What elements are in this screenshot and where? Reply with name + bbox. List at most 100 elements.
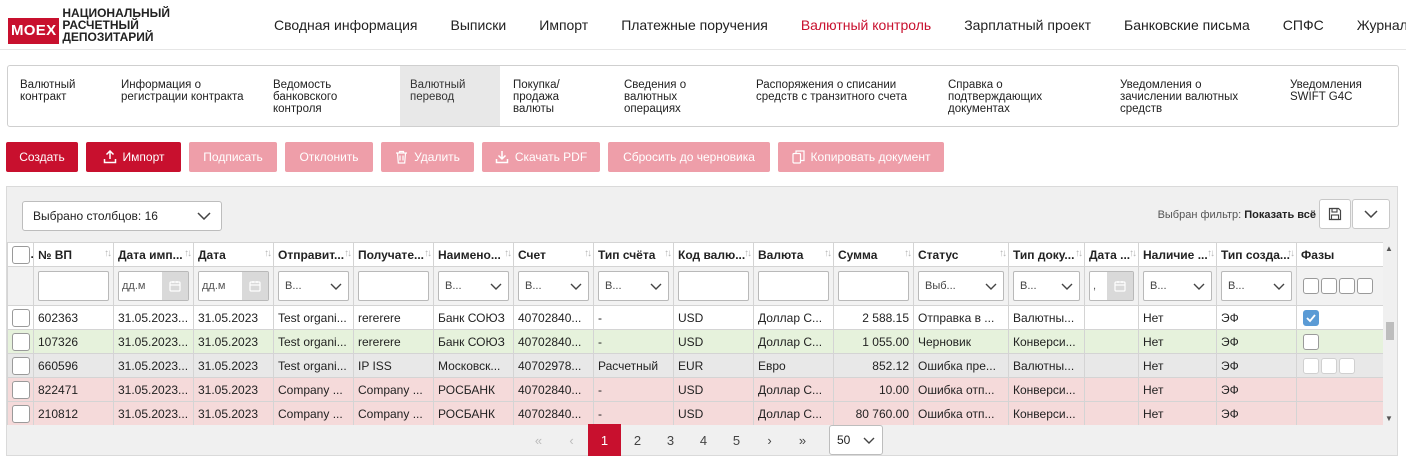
page-button-1[interactable]: 1 xyxy=(588,424,621,456)
nav-statements[interactable]: Выписки xyxy=(451,17,507,33)
nav-currency-control[interactable]: Валютный контроль xyxy=(801,17,931,33)
phase-checkbox[interactable] xyxy=(1339,357,1355,374)
copy-document-button[interactable]: Копировать документ xyxy=(778,142,944,172)
grid-scrollbar[interactable]: ▲ ▼ xyxy=(1383,242,1397,425)
filter-currency-input[interactable] xyxy=(758,271,829,301)
column-header[interactable]: Фазы xyxy=(1296,242,1385,267)
import-button[interactable]: Импорт xyxy=(86,142,181,172)
phase-checkbox[interactable] xyxy=(1321,357,1337,374)
row-checkbox[interactable] xyxy=(11,380,30,399)
next-page-button[interactable]: › xyxy=(753,424,786,456)
column-header[interactable]: Код валю... ↑↓ xyxy=(673,242,754,267)
sign-button[interactable]: Подписать xyxy=(189,142,277,172)
filter-date[interactable]: дд.м xyxy=(198,271,269,301)
subnav-currency-operations[interactable]: Сведения о валютных операциях xyxy=(614,66,744,126)
filter-recipient-input[interactable] xyxy=(358,271,429,301)
select-all-checkbox[interactable] xyxy=(12,245,30,264)
nav-journal[interactable]: Журнал xyxy=(1357,17,1406,33)
filter-bank-select[interactable]: В... xyxy=(438,271,509,301)
subnav-swift-g4c[interactable]: Уведомления SWIFT G4C xyxy=(1280,66,1395,126)
table-row[interactable]: 822471 31.05.2023... 31.05.2023 Company ...… xyxy=(7,377,1385,402)
page-size-select[interactable]: 50 xyxy=(829,425,883,455)
filter-creation-type-select[interactable]: В... xyxy=(1221,271,1292,301)
phase-filter-checkbox[interactable] xyxy=(1357,278,1373,294)
column-header[interactable]: Статус ↑↓ xyxy=(913,242,1009,267)
save-filter-button[interactable] xyxy=(1319,199,1351,229)
reset-to-draft-button[interactable]: Сбросить до черновика xyxy=(608,142,770,172)
column-header[interactable]: Дата ↑↓ xyxy=(193,242,274,267)
phase-checkbox-checked[interactable] xyxy=(1303,309,1319,326)
subnav-bank-control-statement[interactable]: Ведомость банковского контроля xyxy=(263,66,398,126)
column-header[interactable]: Валюта ↑↓ xyxy=(753,242,834,267)
column-header[interactable]: Счет ↑↓ xyxy=(513,242,594,267)
column-header[interactable]: Получате... ↑↓ xyxy=(353,242,434,267)
moex-logo[interactable]: MOEX НАЦИОНАЛЬНЫЙ РАСЧЕТНЫЙ ДЕПОЗИТАРИЙ xyxy=(8,6,170,44)
subnav-transit-writeoff-orders[interactable]: Распоряжения о списании средств с транзи… xyxy=(746,66,936,126)
phase-filter-checkbox[interactable] xyxy=(1339,278,1355,294)
subnav-currency-purchase-sale[interactable]: Покупка/ продажа валюты xyxy=(503,66,613,126)
filter-account-select[interactable]: В... xyxy=(518,271,589,301)
page-button-5[interactable]: 5 xyxy=(720,424,753,456)
nav-spfs[interactable]: СПФС xyxy=(1283,17,1324,33)
row-checkbox[interactable] xyxy=(11,404,30,423)
calendar-icon[interactable] xyxy=(242,272,268,300)
reject-button[interactable]: Отклонить xyxy=(285,142,373,172)
column-header[interactable]: Сумма ↑↓ xyxy=(833,242,914,267)
column-header[interactable]: Наимено... ↑↓ xyxy=(433,242,514,267)
scroll-up-icon[interactable]: ▲ xyxy=(1385,244,1393,253)
phase-filter-checkbox[interactable] xyxy=(1303,278,1319,294)
download-pdf-button[interactable]: Скачать PDF xyxy=(482,142,600,172)
page-button-2[interactable]: 2 xyxy=(621,424,654,456)
filter-number-input[interactable] xyxy=(38,271,109,301)
calendar-icon[interactable] xyxy=(162,272,188,300)
column-header[interactable]: Наличие ... ↑↓ xyxy=(1138,242,1217,267)
filter-menu-button[interactable] xyxy=(1352,199,1390,229)
column-header[interactable]: Тип созда... ↑↓ xyxy=(1216,242,1297,267)
subnav-currency-transfer[interactable]: Валютный перевод xyxy=(400,66,500,126)
phase-checkbox[interactable] xyxy=(1303,357,1319,374)
page-button-3[interactable]: 3 xyxy=(654,424,687,456)
nav-summary[interactable]: Сводная информация xyxy=(274,17,418,33)
subnav-currency-credit-notices[interactable]: Уведомления о зачислении валютных средст… xyxy=(1110,66,1278,126)
nav-import[interactable]: Импорт xyxy=(539,17,588,33)
filter-availability-select[interactable]: В... xyxy=(1143,271,1212,301)
subnav-supporting-documents[interactable]: Справка о подтверждающих документах xyxy=(938,66,1108,126)
columns-selector[interactable]: Выбрано столбцов: 16 xyxy=(22,201,222,231)
last-page-button[interactable]: » xyxy=(786,424,819,456)
nav-salary-project[interactable]: Зарплатный проект xyxy=(964,17,1091,33)
column-header[interactable]: Отправит... ↑↓ xyxy=(273,242,354,267)
calendar-icon[interactable] xyxy=(1107,272,1133,300)
create-button[interactable]: Создать xyxy=(6,142,78,172)
subnav-currency-contract[interactable]: Валютный контракт xyxy=(10,66,110,126)
scroll-down-icon[interactable]: ▼ xyxy=(1385,414,1393,423)
filter-status-select[interactable]: Выб... xyxy=(918,271,1004,301)
table-row[interactable]: 602363 31.05.2023... 31.05.2023 Test organi… xyxy=(7,305,1385,330)
first-page-button[interactable]: « xyxy=(522,424,555,456)
filter-sender-select[interactable]: В... xyxy=(278,271,349,301)
phase-checkbox[interactable] xyxy=(1303,333,1319,350)
delete-button[interactable]: Удалить xyxy=(381,142,474,172)
filter-date-2[interactable]: , xyxy=(1089,271,1134,301)
column-header[interactable]: Дата имп... ↑↓ xyxy=(113,242,194,267)
phase-filter-checkbox[interactable] xyxy=(1321,278,1337,294)
filter-amount-input[interactable] xyxy=(838,271,909,301)
filter-import-date[interactable]: дд.м xyxy=(118,271,189,301)
column-header[interactable]: № ВП ↑↓ xyxy=(33,242,114,267)
row-checkbox[interactable] xyxy=(11,308,30,327)
filter-account-type-select[interactable]: В... xyxy=(598,271,669,301)
subnav-contract-registration[interactable]: Информация о регистрации контракта xyxy=(111,66,261,126)
nav-bank-letters[interactable]: Банковские письма xyxy=(1124,17,1250,33)
scroll-thumb[interactable] xyxy=(1386,322,1394,340)
nav-payment-orders[interactable]: Платежные поручения xyxy=(621,17,768,33)
row-checkbox[interactable] xyxy=(11,356,30,375)
table-row[interactable]: 660596 31.05.2023... 31.05.2023 Test organi… xyxy=(7,353,1385,378)
table-row[interactable]: 107326 31.05.2023... 31.05.2023 Test organi… xyxy=(7,329,1385,354)
prev-page-button[interactable]: ‹ xyxy=(555,424,588,456)
filter-currency-code-input[interactable] xyxy=(678,271,749,301)
row-checkbox[interactable] xyxy=(11,332,30,351)
table-row[interactable]: 210812 31.05.2023... 31.05.2023 Company ...… xyxy=(7,401,1385,425)
column-header[interactable]: Тип доку... ↑↓ xyxy=(1008,242,1085,267)
column-header[interactable]: Дата ... ↑↓ xyxy=(1084,242,1139,267)
column-header[interactable]: Тип счёта ↑↓ xyxy=(593,242,674,267)
page-button-4[interactable]: 4 xyxy=(687,424,720,456)
